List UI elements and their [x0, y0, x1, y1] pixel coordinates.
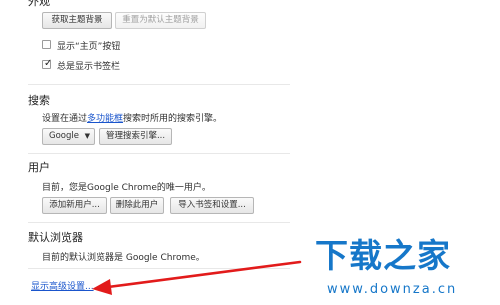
- watermark-url: www.downza.cn: [327, 282, 458, 297]
- watermark-logo: 下载之家: [315, 236, 451, 275]
